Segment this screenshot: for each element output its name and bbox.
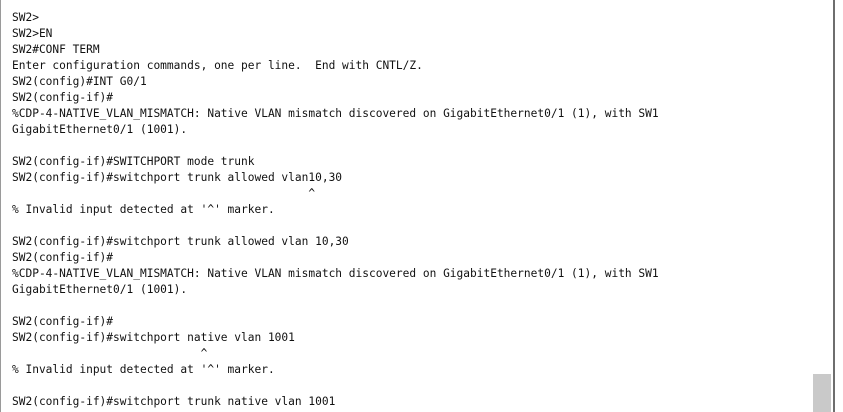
terminal-line: SW2(config-if)#switchport trunk allowed … [12,171,343,184]
terminal-lines: SW2> SW2>EN SW2#CONF TERM Enter configur… [12,10,659,410]
terminal-line: SW2(config-if)#switchport trunk allowed … [12,235,349,248]
terminal-line: SW2(config-if)# [12,315,114,328]
terminal-line: SW2(config-if)# [12,251,114,264]
cli-window: SW2> SW2>EN SW2#CONF TERM Enter configur… [0,0,843,412]
terminal-line: GigabitEthernet0/1 (1001). [12,283,188,296]
terminal-line: SW2#CONF TERM [12,43,100,56]
terminal-line: Enter configuration commands, one per li… [12,59,423,72]
terminal-line: SW2> [12,11,39,24]
terminal-line: SW2>EN [12,27,53,40]
vertical-scrollbar[interactable] [811,0,833,412]
terminal-line: %CDP-4-NATIVE_VLAN_MISMATCH: Native VLAN… [12,107,659,120]
terminal-line: SW2(config-if)#switchport native vlan 10… [12,331,295,344]
error-message-line: % Invalid input detected at '^' marker. [12,363,275,376]
outer-margin [835,0,843,412]
error-message-line: % Invalid input detected at '^' marker. [12,203,275,216]
terminal-line: SW2(config-if)#SWITCHPORT mode trunk [12,155,255,168]
terminal-line: SW2(config)#INT G0/1 [12,75,147,88]
error-caret-line: ^ [12,347,208,360]
terminal-line: GigabitEthernet0/1 (1001). [12,123,188,136]
terminal-prompt-line[interactable]: SW2(config-if)#switchport trunk native v… [12,394,659,410]
scrollbar-thumb[interactable] [813,374,831,412]
terminal-line: %CDP-4-NATIVE_VLAN_MISMATCH: Native VLAN… [12,267,659,280]
error-caret-line: ^ [12,187,316,200]
terminal-line: SW2(config-if)# [12,91,114,104]
terminal-output[interactable]: SW2> SW2>EN SW2#CONF TERM Enter configur… [1,0,811,412]
